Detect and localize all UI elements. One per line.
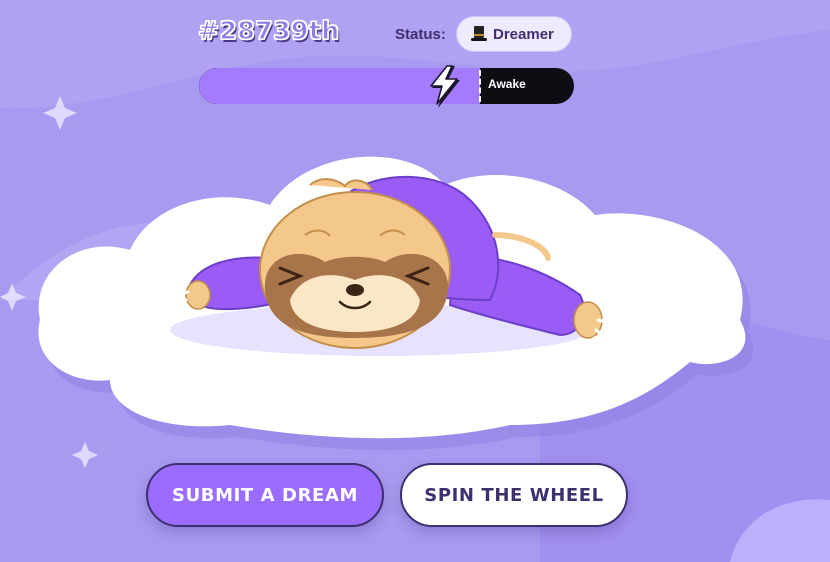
submit-dream-button[interactable]: SUBMIT A DREAM (146, 463, 384, 527)
spin-wheel-button[interactable]: SPIN THE WHEEL (400, 463, 628, 527)
